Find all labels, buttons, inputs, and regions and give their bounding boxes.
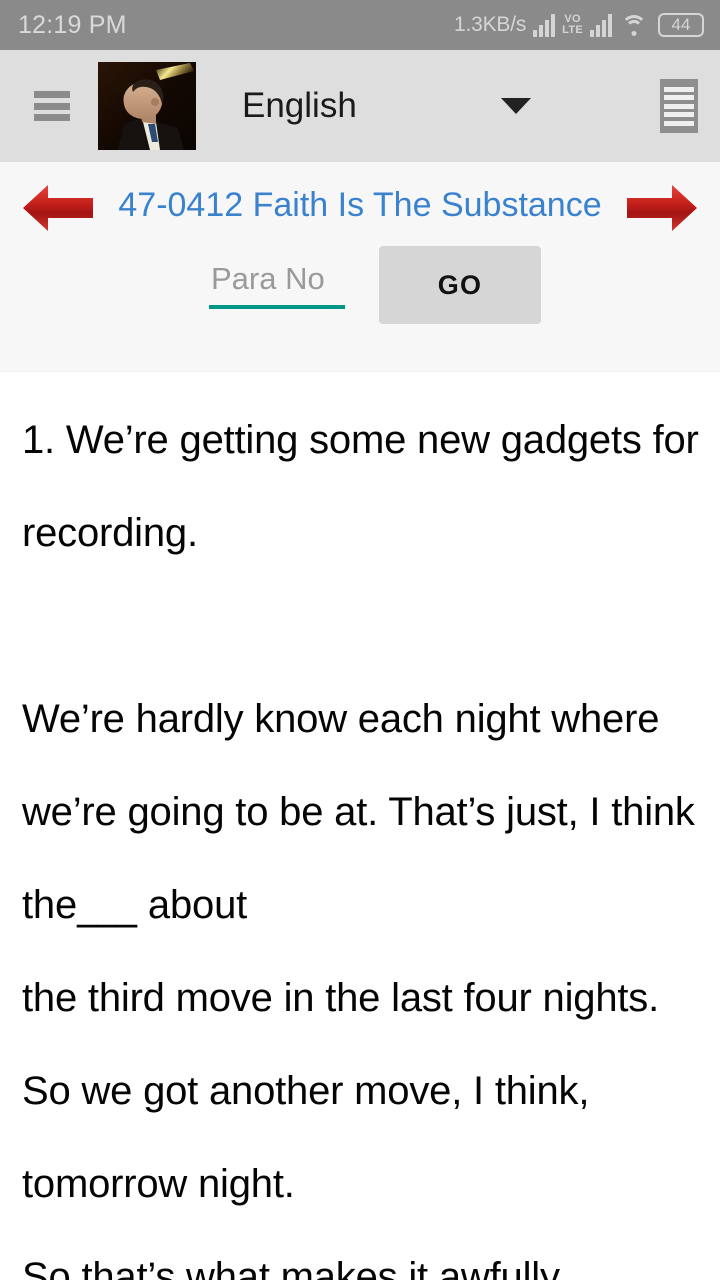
paragraph-number-input[interactable]: [209, 261, 345, 305]
paragraph-2: We’re hardly know each night where we’re…: [22, 673, 700, 952]
status-clock: 12:19 PM: [18, 10, 127, 39]
status-bar: 12:19 PM 1.3KB/s VO LTE 44: [0, 0, 720, 50]
volte-icon: VO LTE: [562, 14, 583, 36]
paragraph-2-tail: about: [137, 883, 248, 927]
document-list-icon[interactable]: [660, 79, 698, 133]
speaker-portrait-avatar[interactable]: [98, 62, 196, 150]
left-arrow-glyph: [23, 185, 93, 231]
go-button[interactable]: GO: [379, 246, 541, 324]
hamburger-menu-icon[interactable]: [34, 91, 70, 121]
signal-bars-icon-2: [590, 13, 612, 37]
right-arrow-glyph: [627, 185, 697, 231]
wifi-icon: [621, 14, 647, 36]
portrait-image: [98, 62, 196, 150]
volte-bottom-label: LTE: [562, 24, 583, 36]
paragraph-jump-row: GO: [0, 246, 720, 324]
paragraph-4: So that’s what makes it awfully: [22, 1255, 560, 1280]
paragraph-input-underline: [209, 305, 345, 309]
next-sermon-arrow-icon[interactable]: [622, 176, 702, 240]
status-icons: 1.3KB/s VO LTE 44: [454, 13, 704, 37]
paragraph-input-wrapper: [209, 261, 345, 309]
previous-sermon-arrow-icon[interactable]: [18, 176, 98, 240]
app-toolbar: English: [0, 50, 720, 162]
sermon-header: 47-0412 Faith Is The Substance Para No G…: [0, 162, 720, 372]
signal-bars-icon-1: [533, 13, 556, 37]
language-label[interactable]: English: [242, 86, 357, 126]
sermon-title: 47-0412 Faith Is The Substance: [118, 186, 602, 224]
paragraph-1: 1. We’re getting some new gadgets for re…: [22, 418, 699, 555]
sermon-text-content[interactable]: 1. We’re getting some new gadgets for re…: [0, 372, 720, 1280]
app-root: 12:19 PM 1.3KB/s VO LTE 44 English 47-04…: [0, 0, 720, 1280]
network-speed-label: 1.3KB/s: [453, 13, 527, 36]
paragraph-3: the third move in the last four nights. …: [22, 976, 659, 1206]
title-row: 47-0412 Faith Is The Substance: [0, 162, 720, 240]
blank-marker: ___: [77, 882, 138, 928]
battery-icon: 44: [658, 13, 704, 37]
chevron-down-icon[interactable]: [500, 98, 531, 114]
